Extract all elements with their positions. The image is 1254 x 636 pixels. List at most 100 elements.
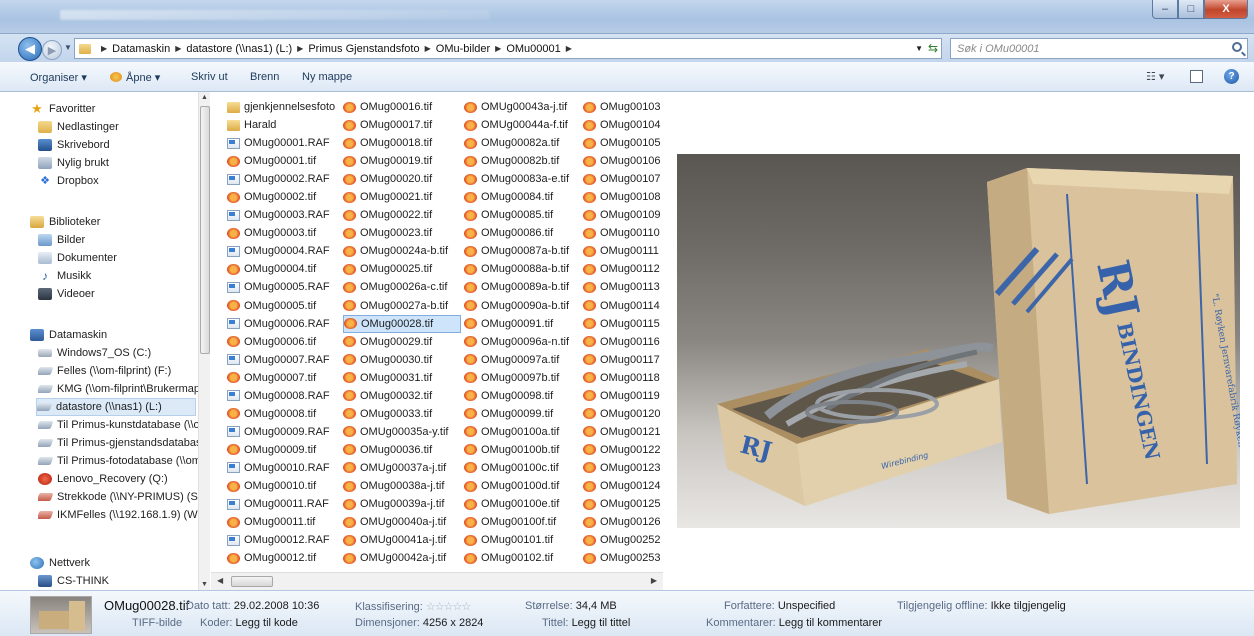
nav-cs-think[interactable]: CS-THINK: [38, 572, 209, 590]
nav-recent[interactable]: Nylig brukt: [38, 154, 209, 172]
file-item[interactable]: OMug00124: [583, 477, 663, 495]
tags-value[interactable]: Legg til kode: [235, 617, 297, 629]
file-item[interactable]: OMug00017.tif: [343, 116, 461, 134]
nav-scrollbar[interactable]: ▲ ▼: [198, 92, 210, 590]
address-history-dropdown[interactable]: ▼: [915, 44, 923, 53]
breadcrumb-separator-icon[interactable]: ▶: [425, 44, 431, 53]
file-item[interactable]: OMug00027a-b.tif: [343, 297, 461, 315]
nav-drive-l[interactable]: datastore (\\nas1) (L:): [36, 398, 196, 416]
details-authors[interactable]: Forfattere: Unspecified: [724, 600, 835, 612]
file-item[interactable]: OMug00025.tif: [343, 260, 461, 278]
search-input[interactable]: Søk i OMu00001: [950, 38, 1248, 59]
file-item[interactable]: OMug00005.RAF: [227, 278, 345, 296]
file-item[interactable]: OMug00026a-c.tif: [343, 278, 461, 296]
file-item[interactable]: OMug00252: [583, 531, 663, 549]
file-item[interactable]: OMug00104: [583, 116, 663, 134]
scrollbar-thumb[interactable]: [231, 576, 273, 587]
file-item[interactable]: Harald: [227, 116, 345, 134]
file-item[interactable]: OMug00003.RAF: [227, 206, 345, 224]
open-button[interactable]: Åpne ▾: [110, 71, 160, 84]
file-item[interactable]: OMug00008.RAF: [227, 387, 345, 405]
nav-drive-gjenstand[interactable]: Til Primus-gjenstandsdatabase: [38, 434, 198, 452]
file-item[interactable]: OMUg00041a-j.tif: [343, 531, 461, 549]
minimize-button[interactable]: –: [1152, 0, 1178, 19]
nav-favorites[interactable]: ★ Favoritter: [30, 100, 209, 118]
file-item[interactable]: OMug00099.tif: [464, 405, 582, 423]
file-item[interactable]: OMug00084.tif: [464, 188, 582, 206]
file-item[interactable]: OMug00110: [583, 224, 663, 242]
file-item[interactable]: OMug00113: [583, 278, 663, 296]
file-item[interactable]: OMug00019.tif: [343, 152, 461, 170]
nav-downloads[interactable]: Nedlastinger: [38, 118, 209, 136]
file-item[interactable]: OMug00098.tif: [464, 387, 582, 405]
file-item[interactable]: OMug00109: [583, 206, 663, 224]
file-item[interactable]: OMug00116: [583, 333, 663, 351]
breadcrumb-item[interactable]: datastore (\\nas1) (L:): [186, 43, 292, 55]
file-list-horizontal-scrollbar[interactable]: ◀ ▶: [211, 572, 663, 590]
file-item[interactable]: OMug00006.RAF: [227, 315, 345, 333]
breadcrumb-separator-icon[interactable]: ▶: [175, 44, 181, 53]
file-item[interactable]: OMug00009.RAF: [227, 423, 345, 441]
file-item[interactable]: OMug00100b.tif: [464, 441, 582, 459]
file-item[interactable]: OMug00010.RAF: [227, 459, 345, 477]
file-item[interactable]: OMug00004.tif: [227, 260, 345, 278]
file-item[interactable]: OMug00119: [583, 387, 663, 405]
file-item[interactable]: OMug00120: [583, 405, 663, 423]
scroll-down-icon[interactable]: ▼: [201, 581, 208, 588]
file-item[interactable]: OMug00086.tif: [464, 224, 582, 242]
print-button[interactable]: Skriv ut: [191, 71, 228, 83]
scrollbar-thumb[interactable]: [200, 106, 210, 354]
breadcrumb-item[interactable]: Datamaskin: [112, 43, 170, 55]
file-item[interactable]: OMug00117: [583, 351, 663, 369]
file-item[interactable]: OMug00010.tif: [227, 477, 345, 495]
file-item[interactable]: OMug00021.tif: [343, 188, 461, 206]
file-item[interactable]: OMug00012.tif: [227, 549, 345, 567]
breadcrumb-item[interactable]: Primus Gjenstandsfoto: [308, 43, 419, 55]
file-item[interactable]: OMug00107: [583, 170, 663, 188]
file-item[interactable]: OMug00005.tif: [227, 297, 345, 315]
nav-documents[interactable]: Dokumenter: [38, 249, 209, 267]
file-item[interactable]: OMug00006.tif: [227, 333, 345, 351]
file-item[interactable]: OMug00100e.tif: [464, 495, 582, 513]
file-item[interactable]: OMug00091.tif: [464, 315, 582, 333]
search-icon[interactable]: [1232, 42, 1242, 52]
file-item[interactable]: OMug00097a.tif: [464, 351, 582, 369]
file-item[interactable]: OMug00018.tif: [343, 134, 461, 152]
file-item[interactable]: OMug00115: [583, 315, 663, 333]
recent-pages-dropdown[interactable]: ▼: [64, 43, 72, 52]
file-item[interactable]: OMug00108: [583, 188, 663, 206]
file-item[interactable]: OMUg00042a-j.tif: [343, 549, 461, 567]
file-item[interactable]: OMug00008.tif: [227, 405, 345, 423]
nav-videos[interactable]: Videoer: [38, 285, 209, 303]
file-item[interactable]: OMug00022.tif: [343, 206, 461, 224]
file-item[interactable]: OMug00122: [583, 441, 663, 459]
file-item[interactable]: OMug00004.RAF: [227, 242, 345, 260]
nav-drive-f[interactable]: Felles (\\om-filprint) (F:): [38, 362, 209, 380]
change-view-icon[interactable]: ☷ ▾: [1146, 70, 1164, 83]
file-item[interactable]: OMUg00044a-f.tif: [464, 116, 582, 134]
file-item[interactable]: OMug00009.tif: [227, 441, 345, 459]
organize-button[interactable]: Organiser ▾: [30, 71, 87, 84]
file-item[interactable]: OMug00111: [583, 242, 663, 260]
file-item[interactable]: OMug00032.tif: [343, 387, 461, 405]
file-item[interactable]: OMug00085.tif: [464, 206, 582, 224]
file-item[interactable]: OMUg00040a-j.tif: [343, 513, 461, 531]
file-item[interactable]: OMug00033.tif: [343, 405, 461, 423]
file-item[interactable]: OMug00003.tif: [227, 224, 345, 242]
breadcrumb-separator-icon[interactable]: ▶: [101, 44, 107, 53]
file-item[interactable]: OMug00020.tif: [343, 170, 461, 188]
authors-value[interactable]: Unspecified: [778, 600, 835, 612]
file-item[interactable]: OMug00088a-b.tif: [464, 260, 582, 278]
file-item[interactable]: OMug00101.tif: [464, 531, 582, 549]
file-item[interactable]: OMug00011.RAF: [227, 495, 345, 513]
file-item[interactable]: OMug00087a-b.tif: [464, 242, 582, 260]
file-item[interactable]: OMug00114: [583, 297, 663, 315]
file-item[interactable]: OMug00106: [583, 152, 663, 170]
nav-drive-q[interactable]: Lenovo_Recovery (Q:): [38, 470, 209, 488]
comments-value[interactable]: Legg til kommentarer: [779, 617, 882, 629]
nav-drive-kmg[interactable]: KMG (\\om-filprint\Brukermap: [38, 380, 198, 398]
nav-desktop[interactable]: Skrivebord: [38, 136, 209, 154]
file-item[interactable]: OMug00012.RAF: [227, 531, 345, 549]
nav-dropbox[interactable]: ❖ Dropbox: [38, 172, 209, 190]
new-folder-button[interactable]: Ny mappe: [302, 71, 352, 83]
